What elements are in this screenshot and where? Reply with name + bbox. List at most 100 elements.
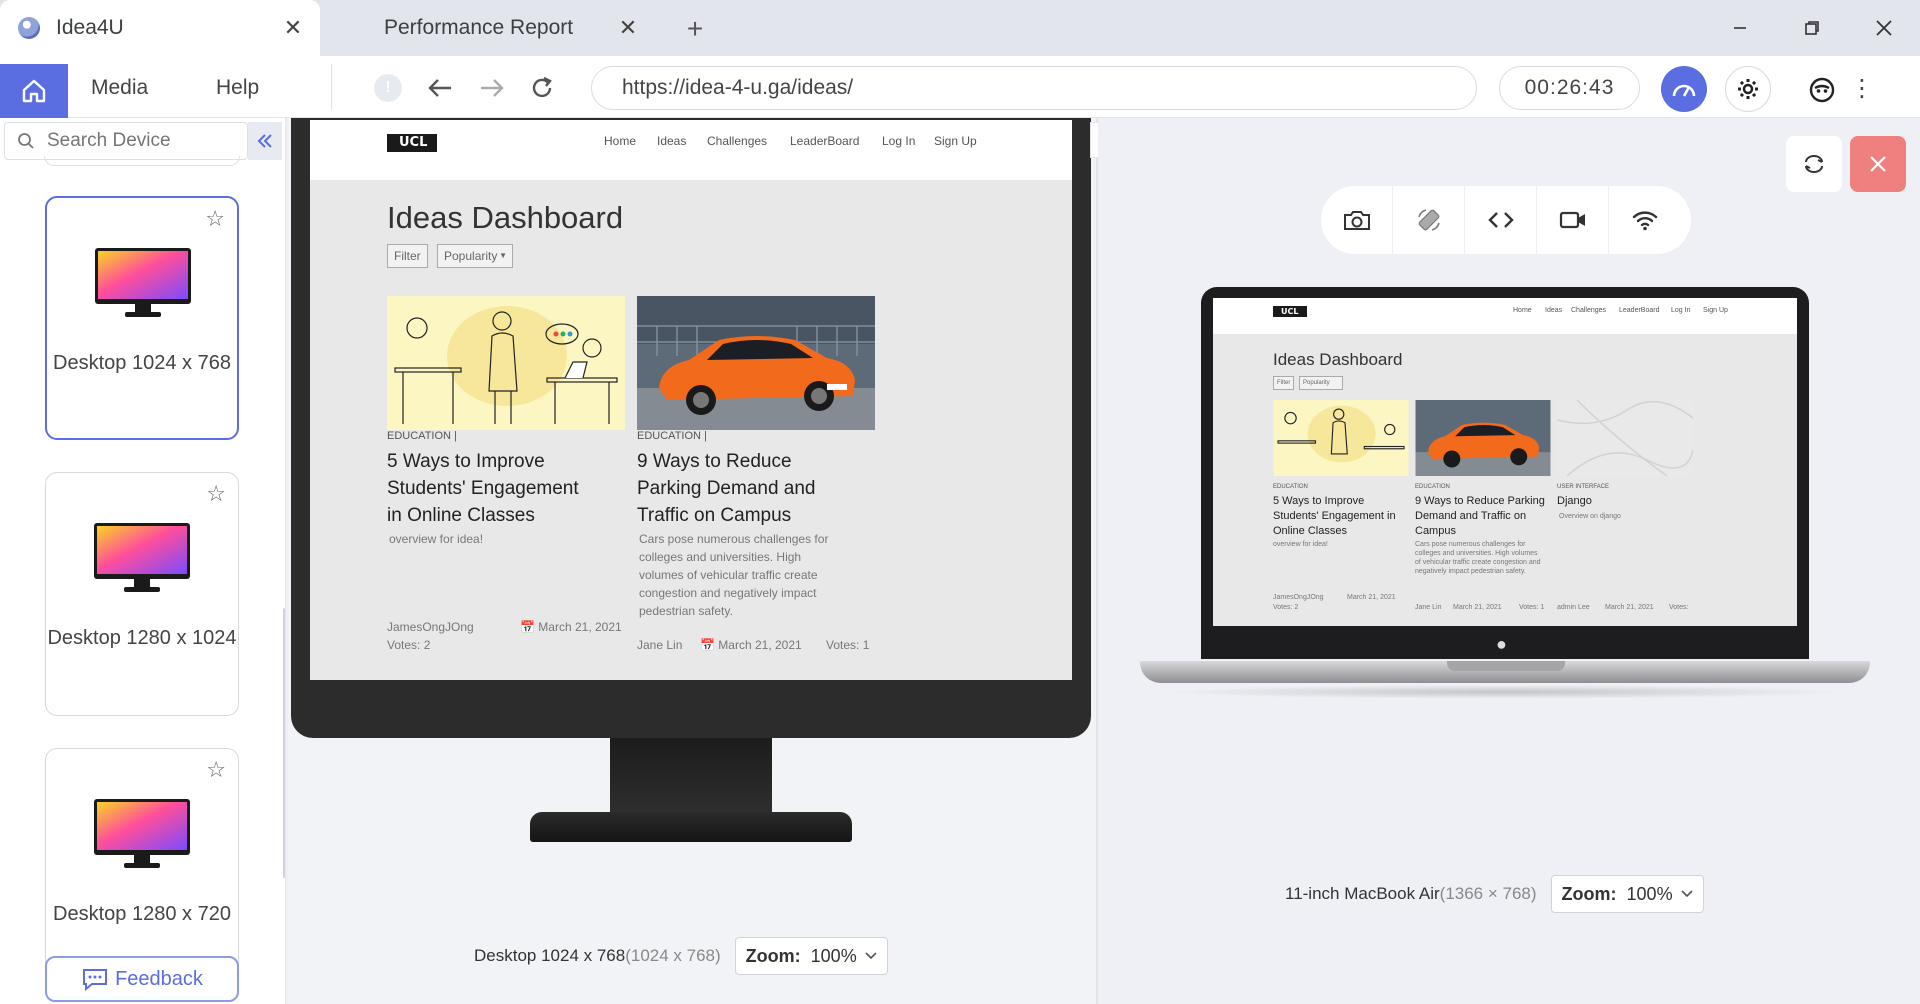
search-device-input[interactable] [47,130,227,152]
collapse-sidebar-button[interactable] [248,122,282,160]
zoom-select[interactable]: Zoom: 100% [1550,875,1704,913]
site-nav-home[interactable]: Home [604,134,636,148]
caret-down-icon: ▼ [499,251,507,260]
idea-title[interactable]: 5 Ways to Improve Students' Engagement i… [387,448,587,529]
idea-author: JamesOngJOng [387,620,474,634]
monitor-neck [610,738,772,812]
network-button[interactable] [1609,186,1681,254]
reload-button[interactable] [524,70,560,106]
feedback-label: Feedback [115,967,203,990]
search-icon [18,133,34,149]
star-icon[interactable]: ☆ [206,481,226,507]
close-icon [1870,156,1886,172]
search-device-field[interactable] [4,122,248,160]
record-button[interactable] [1537,186,1609,254]
laptop-shadow [1160,685,1850,699]
sort-select[interactable]: Popularity [1299,376,1343,390]
screenshot-button[interactable] [1321,186,1393,254]
maximize-button[interactable] [1792,8,1832,48]
star-icon[interactable]: ☆ [206,757,226,783]
desktop-preview-screen[interactable]: UCL Home Ideas Challenges LeaderBoard Lo… [310,120,1072,680]
chevron-down-icon [865,952,877,960]
close-tab-icon[interactable]: ✕ [278,13,308,43]
menu-media[interactable]: Media [91,76,148,100]
device-card[interactable]: ☆ Desktop 1280 x 1024 [45,472,239,716]
divider [331,64,332,110]
close-window-button[interactable] [1864,8,1904,48]
more-menu-icon[interactable]: ⋮ [1850,74,1874,103]
idea-category-label: EDUCATION [637,430,701,442]
video-icon [1559,211,1585,229]
idea-date: March 21, 2021 [1347,594,1396,601]
site-nav-login[interactable]: Log In [1671,307,1690,314]
idea-image-marble [1557,400,1693,476]
idea-description: Cars pose numerous challenges for colleg… [1415,541,1541,575]
device-name: Desktop 1024 x 768 [474,946,626,965]
desktop-monitor-icon [94,523,190,592]
idea-author: Jane Lin [1415,604,1442,611]
idea-author: admin Lee [1557,604,1590,611]
ucl-logo[interactable]: UCL [1273,306,1307,317]
device-resolution: (1366 × 768) [1439,884,1537,903]
url-input[interactable]: https://idea-4-u.ga/ideas/ [591,66,1477,110]
site-nav-leaderboard[interactable]: LeaderBoard [1619,307,1659,314]
devtools-button[interactable] [1465,186,1537,254]
site-nav-leaderboard[interactable]: LeaderBoard [790,134,859,148]
star-icon[interactable]: ☆ [205,206,225,232]
minimize-icon [1734,27,1746,29]
arrow-left-icon [428,79,451,97]
performance-button[interactable] [1661,66,1707,112]
wifi-icon [1632,211,1658,231]
site-nav-login[interactable]: Log In [882,134,915,148]
device-card[interactable]: ☆ Desktop 1024 x 768 [45,196,239,440]
filter-button[interactable]: Filter [387,244,428,268]
settings-button[interactable] [1725,66,1771,112]
new-tab-button[interactable]: + [678,12,712,46]
sort-select[interactable]: Popularity ▼ [437,244,513,268]
tab-idea4u[interactable]: Idea4U ✕ [0,0,320,56]
idea-date-label: March 21, 2021 [538,620,622,634]
tab-title: Idea4U [56,16,124,39]
idea-image-car [1415,400,1551,476]
swap-orientation-button[interactable] [1786,136,1842,192]
site-nav-ideas[interactable]: Ideas [1545,307,1562,314]
tab-performance-report[interactable]: Performance Report ✕ [320,0,655,56]
site-nav-signup[interactable]: Sign Up [1703,307,1728,314]
zoom-value: 100% [1626,883,1673,904]
zoom-value: 100% [810,945,857,966]
idea-title[interactable]: Django [1557,494,1687,509]
restore-icon [1805,21,1819,35]
idea-title[interactable]: 9 Ways to Reduce Parking Demand and Traf… [1415,494,1545,539]
site-info-icon[interactable]: ! [374,74,402,102]
chevron-down-icon [1681,890,1693,898]
forward-button[interactable] [474,70,510,106]
site-nav-ideas[interactable]: Ideas [657,134,686,148]
site-nav-challenges[interactable]: Challenges [1571,307,1606,314]
site-nav-home[interactable]: Home [1513,307,1532,314]
ucl-logo[interactable]: UCL [387,134,437,152]
feedback-button[interactable]: Feedback [45,956,239,1002]
sidebar-scrollbar[interactable] [283,608,285,878]
close-preview-button[interactable] [1850,136,1906,192]
zoom-label: Zoom: [1561,883,1617,904]
filter-button[interactable]: Filter [1273,376,1295,390]
menu-help[interactable]: Help [216,76,259,100]
rotate-button[interactable] [1393,186,1465,254]
laptop-preview-screen[interactable]: UCL Home Ideas Challenges LeaderBoard Lo… [1213,298,1797,626]
idea-date: March 21, 2021 [1605,604,1654,611]
idea-category: EDUCATION [1415,484,1450,490]
zoom-select[interactable]: Zoom: 100% [734,937,888,975]
tab-bar: Idea4U ✕ Performance Report ✕ + [0,0,1920,56]
idea-date-label: March 21, 2021 [718,638,802,652]
idea-date: 📅 March 21, 2021 [520,620,622,634]
minimize-button[interactable] [1720,8,1760,48]
home-icon [22,79,46,103]
site-nav-signup[interactable]: Sign Up [934,134,977,148]
idea-title[interactable]: 9 Ways to Reduce Parking Demand and Traf… [637,448,837,529]
close-tab-icon[interactable]: ✕ [613,13,643,43]
site-nav-challenges[interactable]: Challenges [707,134,767,148]
back-button[interactable] [422,70,458,106]
extension-icon[interactable] [1808,76,1836,104]
home-button[interactable] [0,64,68,118]
idea-title[interactable]: 5 Ways to Improve Students' Engagement i… [1273,494,1403,539]
